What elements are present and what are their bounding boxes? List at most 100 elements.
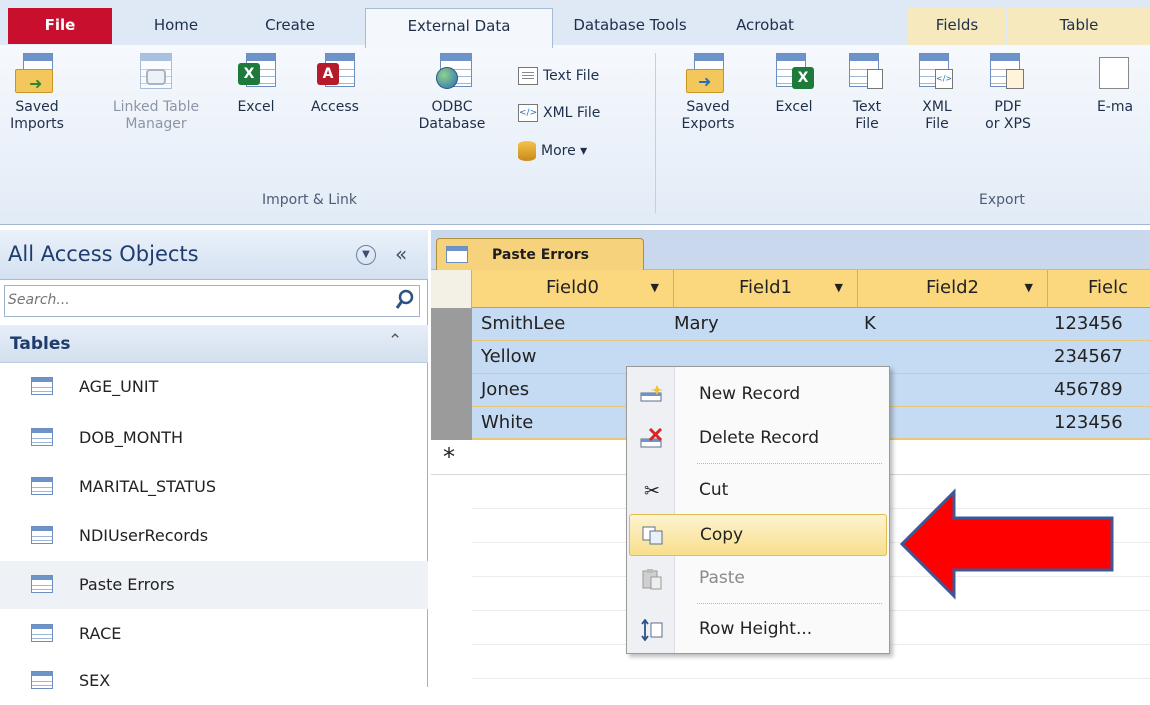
table-cell[interactable]: 123456 — [1054, 308, 1123, 341]
grid-line — [472, 678, 1150, 679]
column-dropdown-icon[interactable]: ▼ — [1025, 270, 1033, 306]
column-header-field3[interactable]: Fielc — [1048, 270, 1150, 308]
menu-item-label: Paste — [699, 568, 745, 588]
nav-item-paste-errors[interactable]: Paste Errors — [0, 561, 428, 609]
table-cell[interactable]: White — [481, 407, 533, 440]
column-header-label: Field1 — [739, 277, 792, 298]
tables-section-label: Tables — [10, 334, 71, 354]
export-xml-label-2: File — [925, 116, 949, 132]
import-excel-button[interactable]: X Excel — [226, 53, 286, 116]
nav-item-dob-month[interactable]: DOB_MONTH — [0, 414, 428, 462]
xml-file-button[interactable]: </> XML File — [518, 104, 600, 122]
database-icon — [518, 141, 536, 161]
xml-file-label: XML File — [543, 105, 601, 121]
tab-database-tools[interactable]: Database Tools — [555, 8, 705, 46]
record-selector[interactable] — [431, 308, 472, 341]
menu-item-delete-record[interactable]: Delete Record — [629, 418, 887, 460]
saved-imports-button[interactable]: ➜ Saved Imports — [0, 53, 74, 133]
nav-item-race[interactable]: RACE — [0, 610, 428, 658]
odbc-database-button[interactable]: ODBC Database — [410, 53, 494, 133]
more-import-button[interactable]: More ▾ — [518, 141, 587, 161]
export-text-label-2: File — [855, 116, 879, 132]
table-icon — [31, 624, 53, 642]
tab-acrobat[interactable]: Acrobat — [710, 8, 820, 46]
table-cell[interactable]: Yellow — [481, 341, 536, 374]
shutter-bar-close-icon[interactable]: « — [395, 242, 407, 266]
table-cell[interactable]: 456789 — [1054, 374, 1123, 407]
nav-item-marital-status[interactable]: MARITAL_STATUS — [0, 463, 428, 511]
document-tab-paste-errors[interactable]: Paste Errors — [436, 238, 644, 271]
xml-file-icon: </> — [518, 104, 538, 122]
menu-item-paste[interactable]: Paste — [629, 558, 887, 600]
select-all-corner[interactable] — [431, 270, 472, 308]
saved-exports-button[interactable]: ➜ Saved Exports — [668, 53, 748, 133]
navigation-pane-header[interactable]: All Access Objects ▼ « — [0, 230, 428, 280]
document-tab-strip: Paste Errors — [431, 230, 1150, 271]
saved-imports-label-2: Imports — [10, 116, 64, 132]
export-pdf-button[interactable]: PDF or XPS — [974, 53, 1042, 133]
tab-fields[interactable]: Fields — [908, 8, 1006, 46]
table-cell[interactable]: K — [864, 308, 876, 341]
nav-menu-dropdown-icon[interactable]: ▼ — [356, 245, 376, 265]
record-selector[interactable] — [431, 374, 472, 407]
navigation-pane: All Access Objects ▼ « Tables ⌃ AGE_UNIT… — [0, 230, 428, 690]
export-email-button[interactable]: E-ma — [1080, 53, 1150, 116]
column-header-field2[interactable]: Field2 ▼ — [858, 270, 1048, 308]
ribbon-tab-bar: File Home Create External Data Database … — [0, 0, 1150, 48]
column-dropdown-icon[interactable]: ▼ — [835, 270, 843, 306]
menu-item-new-record[interactable]: New Record — [629, 374, 887, 416]
nav-search-box[interactable] — [4, 285, 420, 317]
column-header-label: Field0 — [546, 277, 599, 298]
new-record-icon — [639, 384, 665, 406]
nav-item-ndiuserrecords[interactable]: NDIUserRecords — [0, 512, 428, 560]
text-file-button[interactable]: Text File — [518, 67, 599, 85]
table-icon — [31, 671, 53, 689]
export-text-label-1: Text — [852, 99, 882, 115]
export-excel-icon: X — [772, 53, 816, 93]
table-cell[interactable]: Jones — [481, 374, 529, 407]
import-access-button[interactable]: A Access — [300, 53, 370, 116]
export-email-label: E-ma — [1096, 99, 1134, 115]
collapse-section-icon[interactable]: ⌃ — [388, 331, 402, 351]
menu-item-label: Row Height... — [699, 619, 813, 639]
export-excel-button[interactable]: X Excel — [764, 53, 824, 116]
linked-table-icon — [134, 53, 178, 93]
table-icon — [31, 428, 53, 446]
table-cell[interactable]: 123456 — [1054, 407, 1123, 440]
row-height-icon — [639, 618, 665, 642]
export-pdf-label-2: or XPS — [985, 116, 1031, 132]
record-selector[interactable] — [431, 407, 472, 440]
column-header-label: Fielc — [1088, 277, 1129, 298]
record-selector[interactable] — [431, 341, 472, 374]
table-row[interactable]: SmithLee Mary K 123456 — [431, 308, 1150, 341]
table-cell[interactable]: SmithLee — [481, 308, 565, 341]
column-header-field1[interactable]: Field1 ▼ — [674, 270, 858, 308]
export-text-file-button[interactable]: Text File — [838, 53, 896, 133]
table-cell[interactable]: Mary — [674, 308, 719, 341]
tables-section-header[interactable]: Tables ⌃ — [0, 325, 428, 363]
odbc-label-1: ODBC — [431, 99, 473, 115]
tab-table[interactable]: Table — [1008, 8, 1150, 46]
menu-item-row-height[interactable]: Row Height... — [629, 609, 887, 651]
tab-external-data[interactable]: External Data — [365, 8, 553, 48]
linked-table-label-1: Linked Table — [112, 99, 200, 115]
column-dropdown-icon[interactable]: ▼ — [651, 270, 659, 306]
search-icon[interactable] — [395, 289, 414, 309]
new-record-marker: * — [443, 443, 455, 471]
menu-item-cut[interactable]: ✂ Cut — [629, 470, 887, 512]
nav-item-sex[interactable]: SEX — [0, 657, 428, 705]
linked-table-manager-button[interactable]: Linked Table Manager — [100, 53, 212, 133]
nav-item-age-unit[interactable]: AGE_UNIT — [0, 363, 428, 411]
tab-create[interactable]: Create — [240, 8, 340, 46]
column-header-field0[interactable]: Field0 ▼ — [472, 270, 674, 308]
menu-item-copy[interactable]: Copy — [629, 514, 887, 556]
import-link-group-label: Import & Link — [262, 192, 357, 208]
search-input[interactable] — [5, 286, 375, 314]
menu-item-label: Copy — [700, 525, 744, 545]
delete-record-icon — [639, 427, 665, 450]
tab-home[interactable]: Home — [130, 8, 222, 46]
table-cell[interactable]: 234567 — [1054, 341, 1123, 374]
tab-file[interactable]: File — [8, 8, 112, 44]
excel-icon: X — [234, 53, 278, 93]
export-xml-file-button[interactable]: </> XML File — [906, 53, 968, 133]
